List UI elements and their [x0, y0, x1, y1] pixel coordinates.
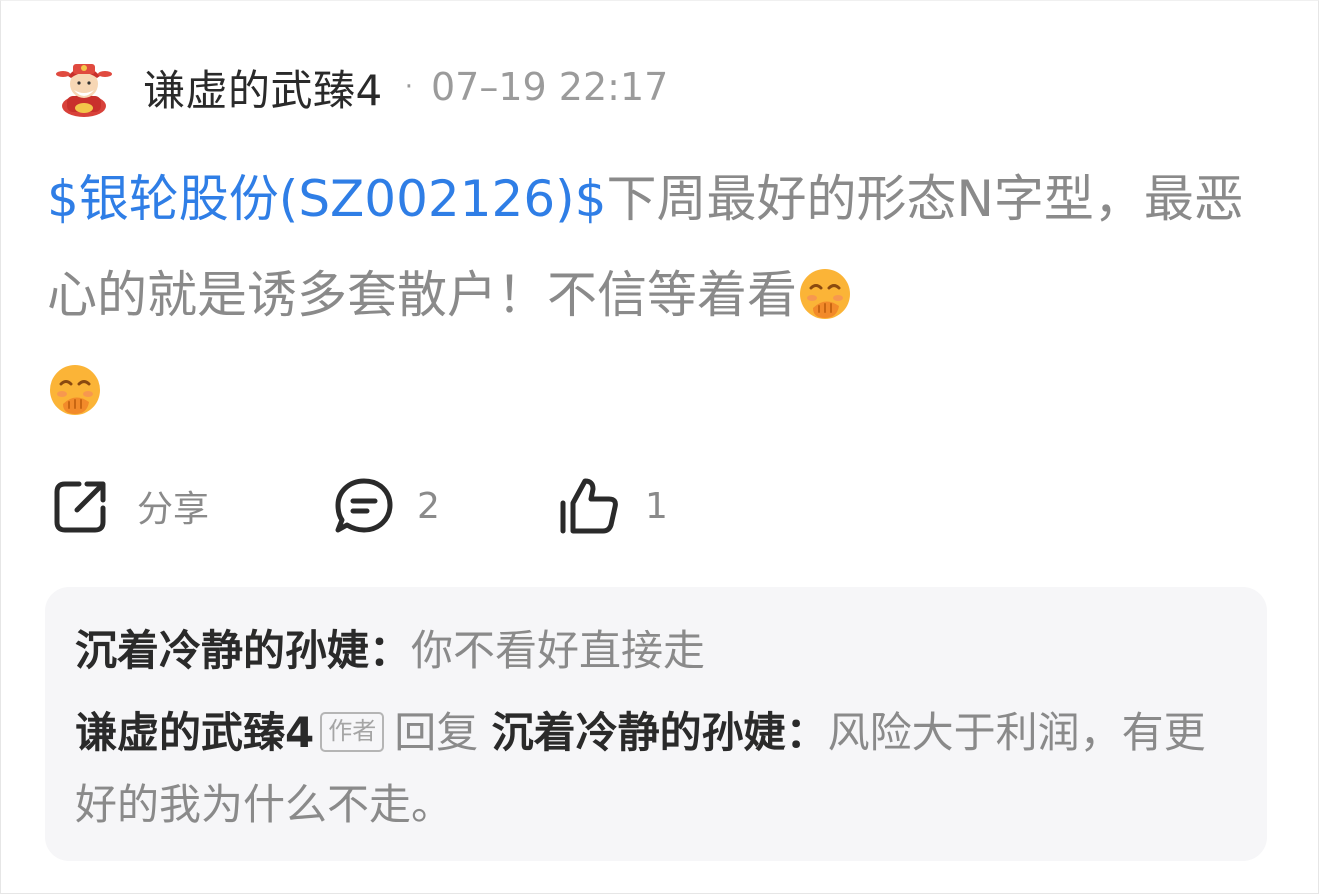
author-name[interactable]: 谦虚的武臻4 [143, 57, 383, 118]
stock-link[interactable]: $银轮股份(SZ002126)$ [47, 170, 607, 228]
reply-item[interactable]: 谦虚的武臻4 作者 回复 沉着冷静的孙婕：风险大于利润，有更好的我为什么不走。 [75, 697, 1235, 841]
hand-over-mouth-emoji-icon [800, 269, 850, 319]
author-badge: 作者 [320, 712, 385, 752]
hand-over-mouth-emoji-icon [50, 365, 100, 415]
reply-colon: ： [369, 626, 412, 675]
share-button[interactable]: 分享 [51, 473, 209, 539]
reply-list: 沉着冷静的孙婕：你不看好直接走 谦虚的武臻4 作者 回复 沉着冷静的孙婕：风险大于利… [45, 587, 1267, 861]
post-card: 谦虚的武臻4 · 07–19 22:17 $银轮股份(SZ002126)$下周最… [0, 0, 1319, 894]
reply-text: 你不看好直接走 [411, 626, 706, 675]
comment-count: 2 [417, 485, 440, 527]
like-button[interactable]: 1 [557, 473, 668, 539]
post-timestamp: 07–19 22:17 [431, 65, 669, 109]
comment-button[interactable]: 2 [333, 473, 440, 539]
reply-to-author[interactable]: 沉着冷静的孙婕 [492, 708, 786, 757]
share-label: 分享 [137, 489, 210, 530]
action-bar: 分享 2 1 [51, 473, 751, 539]
thumbs-up-icon [560, 478, 618, 534]
reply-item[interactable]: 沉着冷静的孙婕：你不看好直接走 [75, 615, 1235, 687]
reply-author[interactable]: 谦虚的武臻4 [75, 708, 314, 757]
reply-colon: ： [785, 708, 828, 757]
meta-separator: · [404, 72, 413, 102]
post-header: 谦虚的武臻4 · 07–19 22:17 [53, 57, 668, 117]
reply-word: 回复 [394, 708, 479, 757]
reply-author[interactable]: 沉着冷静的孙婕 [75, 626, 369, 675]
like-count: 1 [645, 485, 668, 527]
post-content: $银轮股份(SZ002126)$下周最好的形态N字型，最恶心的就是诱多套散户！不… [47, 151, 1247, 439]
comment-icon [335, 478, 393, 533]
share-icon [54, 481, 106, 533]
avatar[interactable] [53, 56, 115, 118]
